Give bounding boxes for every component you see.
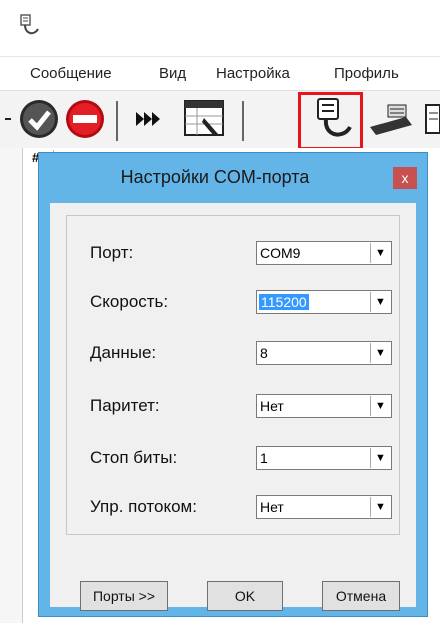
document-button[interactable] (420, 95, 440, 143)
flow-control-value: Нет (260, 499, 284, 515)
chevron-down-icon[interactable]: ▼ (370, 396, 390, 416)
parity-select[interactable]: Нет ▼ (256, 394, 392, 418)
disconnect-button[interactable] (62, 95, 108, 143)
cancel-button[interactable]: Отмена (322, 581, 400, 611)
parity-label: Паритет: (90, 396, 160, 415)
baud-rate-value: 115200 (259, 294, 309, 310)
app-title-bar (0, 0, 440, 56)
menu-settings[interactable]: Настройка (216, 65, 290, 82)
document-icon (425, 104, 440, 134)
stop-icon (66, 100, 104, 138)
chevron-down-icon[interactable]: ▼ (370, 448, 390, 468)
menu-bar: Сообщение Вид Настройка Профиль (0, 56, 440, 91)
chevron-down-icon[interactable]: ▼ (370, 497, 390, 517)
close-button[interactable]: x (393, 167, 417, 189)
checkmark-icon (20, 100, 58, 138)
stop-bits-value: 1 (260, 450, 268, 466)
send-button[interactable] (128, 95, 172, 143)
baud-rate-select[interactable]: 115200 ▼ (256, 290, 392, 314)
parity-value: Нет (260, 398, 284, 414)
port-select[interactable]: COM9 ▼ (256, 241, 392, 265)
menu-view[interactable]: Вид (159, 65, 186, 82)
port-label: Порт: (90, 243, 134, 262)
toolbar (0, 90, 440, 149)
ok-button[interactable]: OK (207, 581, 283, 611)
data-bits-select[interactable]: 8 ▼ (256, 341, 392, 365)
ports-button[interactable]: Порты >> (80, 581, 168, 611)
connect-button[interactable] (16, 95, 62, 143)
flow-control-select[interactable]: Нет ▼ (256, 495, 392, 519)
port-value: COM9 (260, 245, 301, 261)
baud-rate-label: Скорость: (90, 292, 169, 311)
chevron-down-icon[interactable]: ▼ (370, 343, 390, 363)
menu-profile[interactable]: Профиль (334, 65, 399, 82)
dialog-title: Настройки COM-порта (120, 167, 310, 187)
menu-message[interactable]: Сообщение (30, 65, 112, 82)
dialog-body: Порт: COM9 ▼ Скорость: 115200 ▼ Данные: 8 ▼… (50, 203, 416, 611)
stop-bits-select[interactable]: 1 ▼ (256, 446, 392, 470)
toolbar-dropdown-arrow[interactable] (0, 95, 16, 143)
data-bits-value: 8 (260, 345, 268, 361)
edit-table-button[interactable] (178, 95, 232, 143)
stop-bits-label: Стоп биты: (90, 448, 178, 467)
chevron-down-icon[interactable]: ▼ (370, 243, 390, 263)
circuit-board-icon (370, 104, 412, 135)
flow-control-label: Упр. потоком: (90, 497, 197, 516)
hardware-button[interactable] (364, 95, 416, 143)
com-port-settings-dialog: Настройки COM-порта x Порт: COM9 ▼ Скорос… (38, 152, 428, 617)
data-bits-label: Данные: (90, 343, 157, 362)
toolbar-separator (242, 101, 244, 141)
fast-forward-icon (136, 112, 160, 126)
serial-cable-icon (20, 14, 39, 35)
table-edit-icon (184, 100, 224, 136)
chevron-down-icon (5, 118, 11, 120)
row-header-strip (0, 148, 23, 623)
toolbar-separator (116, 101, 118, 141)
chevron-down-icon[interactable]: ▼ (370, 292, 390, 312)
highlight-box (298, 92, 363, 150)
